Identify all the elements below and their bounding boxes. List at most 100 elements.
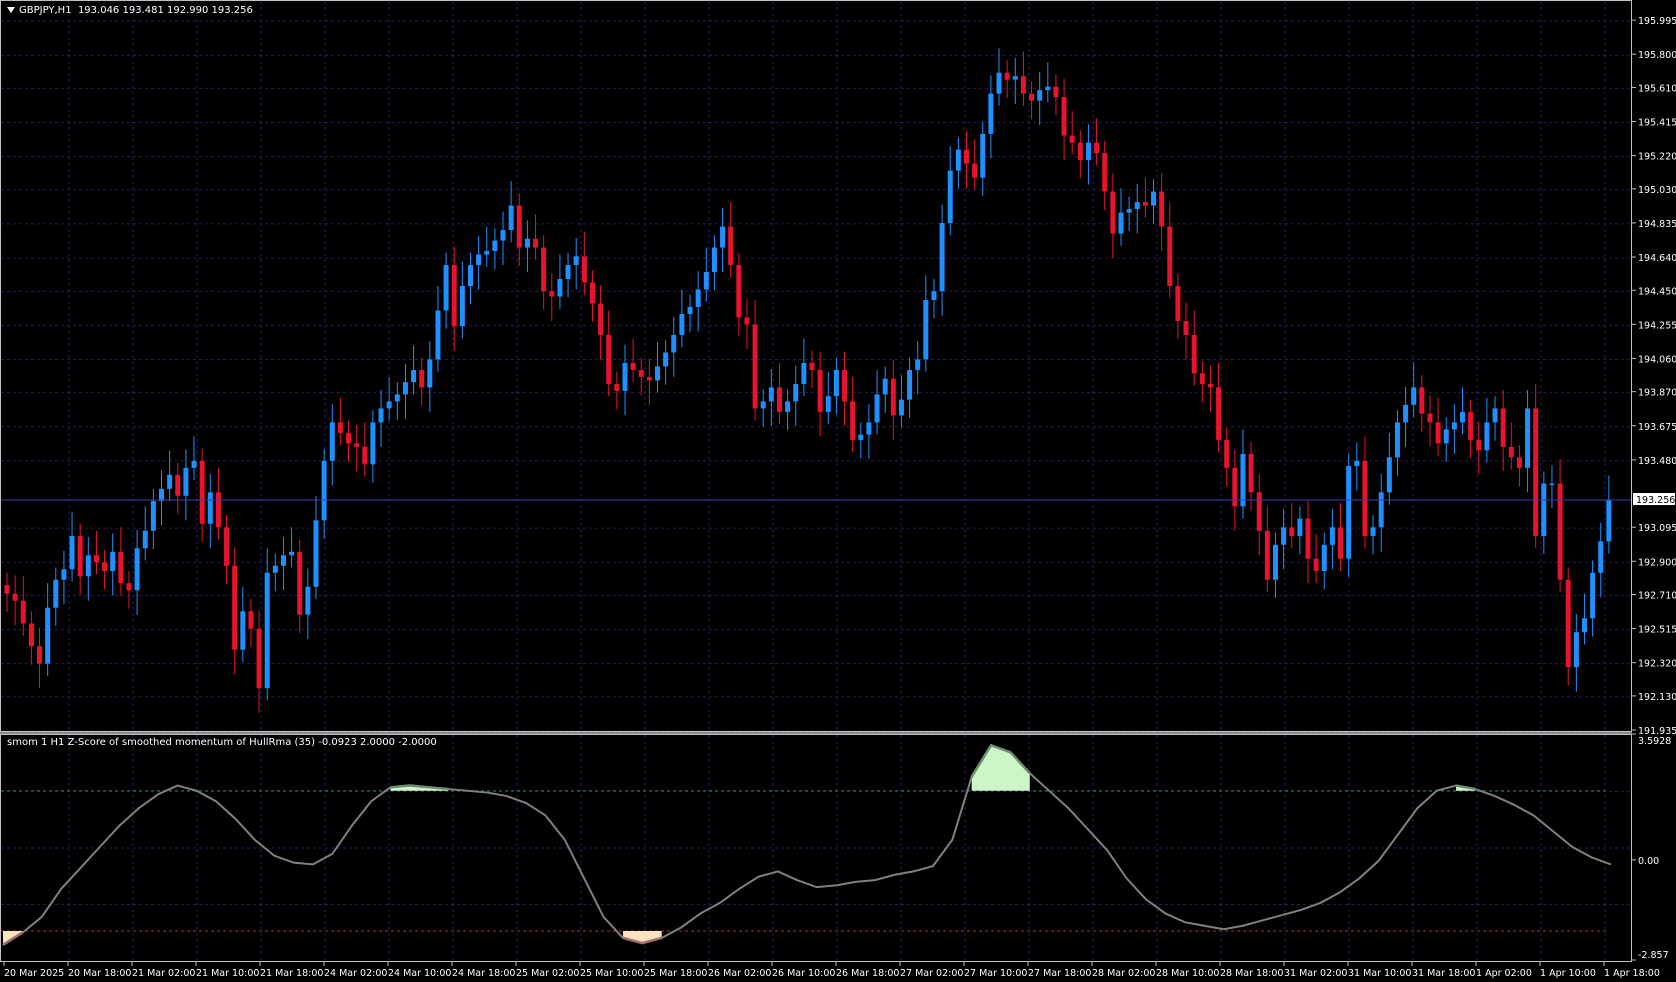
zscore-line	[2, 744, 1612, 946]
candle-bull	[1492, 408, 1498, 423]
current-price-label: 193.256	[1636, 495, 1675, 506]
candle-bear	[1476, 439, 1482, 451]
candle-bull	[1151, 191, 1157, 206]
candle-bull	[1443, 429, 1449, 444]
candle-bull	[443, 265, 449, 311]
candle-bear	[354, 443, 360, 447]
candle-bull	[1525, 408, 1531, 468]
candle-bull	[858, 434, 864, 440]
candle-bull	[1321, 544, 1327, 572]
candle-bear	[1565, 579, 1571, 668]
candle-bear	[589, 282, 595, 304]
time-label: 21 Mar 02:00	[132, 968, 195, 979]
candle-bull	[158, 488, 164, 502]
candle-bull	[321, 460, 327, 521]
candle-bear	[842, 369, 848, 402]
candle-bull	[134, 548, 140, 591]
price-tick-label: 194.255	[1638, 320, 1676, 331]
candle-bull	[915, 359, 921, 370]
candle-bear	[1362, 460, 1368, 537]
candle-bull	[1394, 422, 1400, 458]
candle-bear	[1175, 286, 1181, 321]
candle-bear	[256, 628, 262, 689]
candle-bull	[207, 492, 213, 524]
price-scale[interactable]: 195.995 195.800 195.610 195.415 195.220 195.0…	[1632, 0, 1676, 962]
candle-bull	[427, 359, 433, 388]
time-label: 21 Mar 18:00	[260, 968, 323, 979]
time-label: 20 Mar 18:00	[68, 968, 131, 979]
candle-bear	[28, 623, 34, 647]
indicator-header: smom 1 H1 Z-Score of smoothed momentum o…	[7, 737, 437, 748]
candle-bull	[240, 611, 246, 650]
candle-bear	[972, 163, 978, 178]
indicator-pane[interactable]: smom 1 H1 Z-Score of smoothed momentum o…	[0, 734, 1632, 962]
candle-bull	[793, 383, 799, 402]
candle-bull	[785, 401, 791, 412]
candle-bull	[1281, 527, 1287, 545]
time-label: 21 Mar 10:00	[196, 968, 259, 979]
candle-bear	[12, 593, 18, 601]
candle-bull	[1045, 86, 1051, 91]
candle-bull	[459, 286, 465, 327]
candle-bear	[541, 247, 547, 292]
price-tick-label: 195.610	[1638, 83, 1676, 94]
candle-bear	[1102, 153, 1108, 192]
candle-bull	[370, 422, 376, 465]
candle-bear	[1516, 457, 1522, 468]
price-tick-label: 192.900	[1638, 557, 1676, 568]
candle-bull	[305, 586, 311, 615]
time-label: 1 Apr 02:00	[1476, 968, 1532, 979]
candle-bear	[744, 317, 750, 325]
time-label: 24 Mar 18:00	[452, 968, 515, 979]
candle-bear	[1435, 422, 1441, 444]
candle-bull	[313, 520, 319, 587]
candle-bear	[776, 387, 782, 412]
candle-bull	[1590, 572, 1596, 619]
candle-bear	[630, 362, 636, 370]
candle-bull	[898, 399, 904, 416]
candle-bear	[638, 369, 644, 377]
candle-bull	[1272, 544, 1278, 580]
candle-bear	[1313, 558, 1319, 572]
candle-bear	[549, 291, 555, 297]
candle-bull	[289, 551, 295, 556]
candle-bear	[850, 401, 856, 440]
price-tick-label: 195.220	[1638, 152, 1676, 163]
zscore-indicator-chart[interactable]	[1, 735, 1631, 961]
candle-bear	[1069, 135, 1075, 143]
time-label: 1 Apr 10:00	[1540, 968, 1596, 979]
candle-bull	[69, 536, 75, 570]
price-chart-pane[interactable]: GBPJPY,H1 193.046 193.481 192.990 193.25…	[0, 0, 1632, 732]
price-tick-label: 192.710	[1638, 590, 1676, 601]
candle-bull	[1378, 492, 1384, 528]
candle-bear	[1289, 527, 1295, 537]
candlestick-chart[interactable]	[1, 1, 1631, 731]
candle-bull	[1085, 142, 1091, 161]
candle-bull	[825, 396, 831, 412]
candle-bear	[20, 600, 26, 624]
ohlc-readout: 193.046 193.481 192.990 193.256	[77, 5, 253, 16]
time-axis[interactable]: 20 Mar 2025 20 Mar 18:00 21 Mar 02:00 21 Ma…	[0, 962, 1676, 982]
candle-bear	[93, 555, 99, 563]
candle-bull	[655, 366, 661, 381]
candle-bull	[167, 474, 173, 489]
candle-bear	[362, 446, 368, 465]
price-tick-label: 194.060	[1638, 354, 1676, 365]
candle-bull	[272, 565, 278, 573]
candle-bear	[1061, 97, 1067, 136]
candle-bear	[346, 432, 352, 444]
candle-bull	[1126, 209, 1132, 213]
candle-bull	[1354, 460, 1360, 467]
price-tick-label: 193.480	[1638, 456, 1676, 467]
candle-bear	[1419, 387, 1425, 414]
candle-bull	[1460, 411, 1466, 423]
candle-bull	[484, 251, 490, 255]
indicator-tick-label: 3.5928	[1638, 736, 1671, 747]
candle-bear	[533, 238, 539, 248]
price-tick-label: 194.835	[1638, 219, 1676, 230]
dropdown-triangle-icon[interactable]	[7, 7, 15, 13]
candle-bear	[1338, 527, 1344, 559]
candle-bear	[1183, 320, 1189, 335]
time-label: 25 Mar 18:00	[644, 968, 707, 979]
price-tick-label: 194.450	[1638, 286, 1676, 297]
